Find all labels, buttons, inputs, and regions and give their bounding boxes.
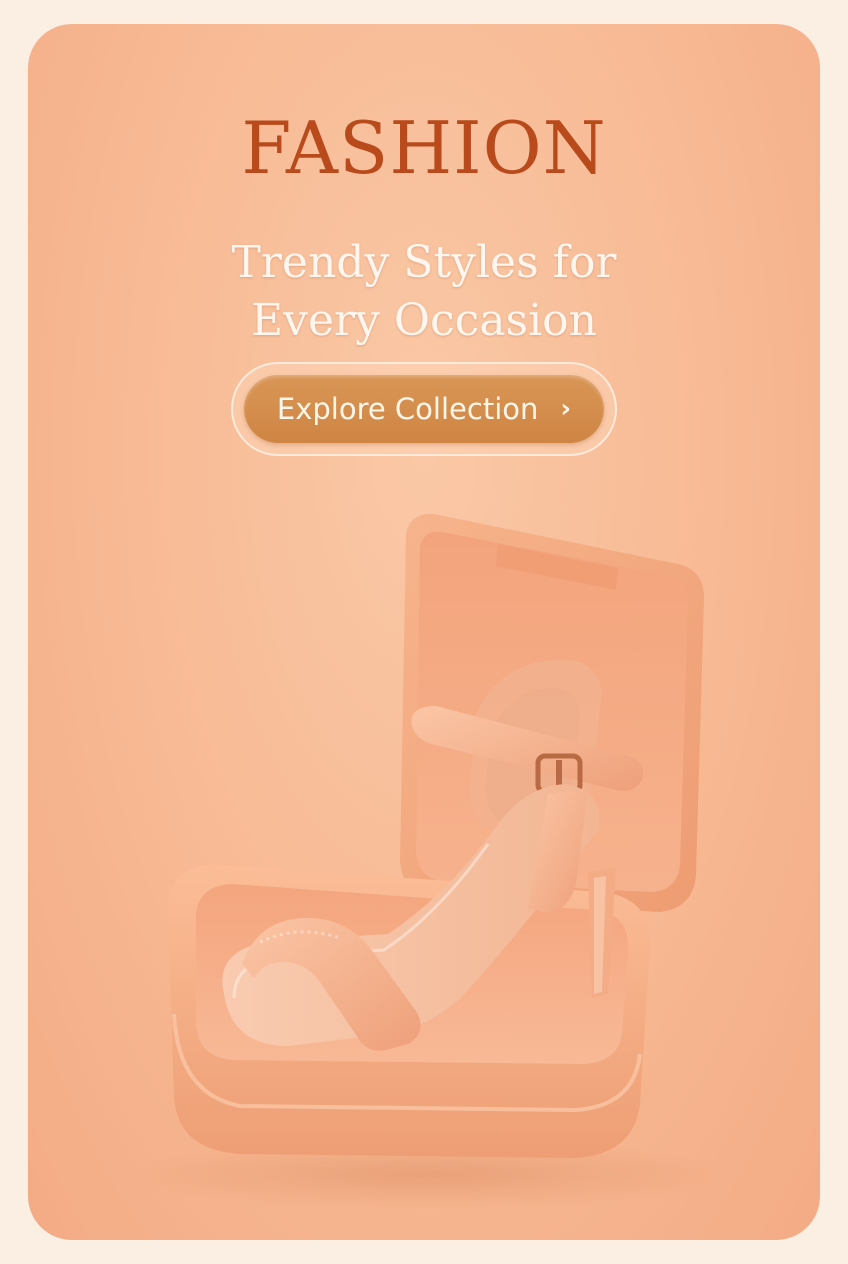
- subtitle: Trendy Styles for Every Occasion: [28, 234, 820, 350]
- explore-collection-button[interactable]: Explore Collection ›: [244, 375, 604, 443]
- subtitle-line-2: Every Occasion: [251, 295, 597, 346]
- headline: FASHION: [241, 106, 607, 190]
- chevron-right-icon: ›: [560, 394, 572, 424]
- promo-card: FASHION Trendy Styles for Every Occasion…: [28, 24, 820, 1240]
- product-image: [128, 513, 728, 1210]
- explore-collection-label: Explore Collection: [276, 392, 539, 426]
- explore-button-halo: Explore Collection ›: [231, 362, 617, 456]
- subtitle-line-1: Trendy Styles for: [231, 237, 617, 288]
